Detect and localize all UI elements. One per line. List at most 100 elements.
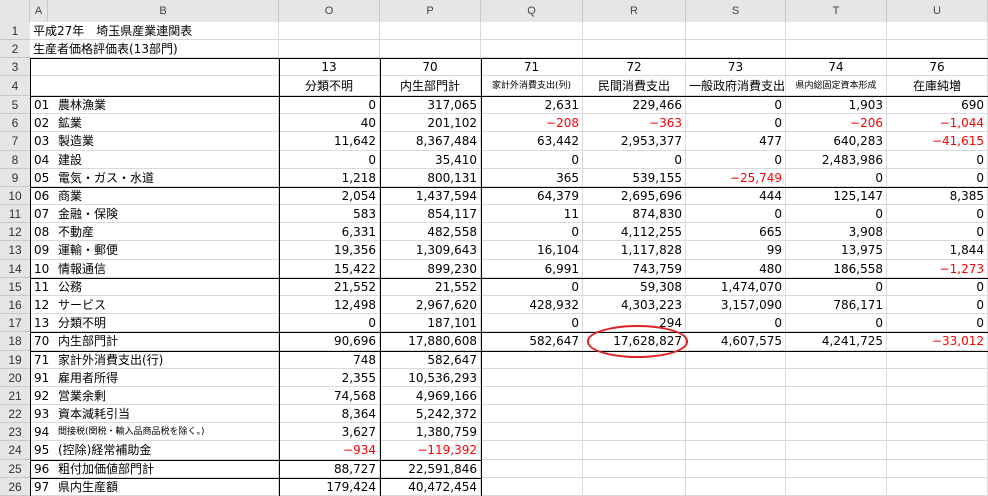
value-cell-s23[interactable] xyxy=(686,423,786,442)
value-cell-t6[interactable]: −206 xyxy=(786,114,887,133)
value-cell-t25[interactable] xyxy=(786,459,887,478)
value-cell-t24[interactable] xyxy=(786,441,887,460)
value-cell-u19[interactable] xyxy=(887,350,988,369)
value-cell-u20[interactable] xyxy=(887,368,988,387)
value-cell-r6[interactable]: −363 xyxy=(583,114,686,133)
header-name-o[interactable]: 分類不明 xyxy=(279,76,380,96)
row-header-4[interactable]: 4 xyxy=(0,76,30,96)
value-cell-s19[interactable] xyxy=(686,350,786,369)
value-cell-q16[interactable]: 428,932 xyxy=(481,296,583,315)
value-cell-t19[interactable] xyxy=(786,350,887,369)
value-cell-u25[interactable] xyxy=(887,459,988,478)
cell-b4[interactable] xyxy=(30,76,279,96)
row-header-11[interactable]: 11 xyxy=(0,205,30,224)
value-cell-q22[interactable] xyxy=(481,405,583,424)
value-cell-o21[interactable]: 74,568 xyxy=(279,386,380,406)
value-cell-s5[interactable]: 0 xyxy=(686,96,786,115)
value-cell-s13[interactable]: 99 xyxy=(686,241,786,260)
column-header-a[interactable]: A xyxy=(30,0,48,22)
value-cell-s11[interactable]: 0 xyxy=(686,205,786,224)
value-cell-o20[interactable]: 2,355 xyxy=(279,368,380,387)
value-cell-o5[interactable]: 0 xyxy=(279,96,380,115)
row-header-9[interactable]: 9 xyxy=(0,168,30,187)
value-cell-u12[interactable]: 0 xyxy=(887,223,988,242)
row-header-7[interactable]: 7 xyxy=(0,132,30,151)
sector-label-cell[interactable]: 09 運輸・郵便 xyxy=(30,241,279,260)
value-cell-r22[interactable] xyxy=(583,405,686,424)
sector-label-cell[interactable]: 01 農林漁業 xyxy=(30,96,279,115)
header-name-u[interactable]: 在庫純増 xyxy=(887,76,988,96)
value-cell-s24[interactable] xyxy=(686,441,786,460)
value-cell-s14[interactable]: 480 xyxy=(686,259,786,278)
value-cell-t18[interactable]: 4,241,725 xyxy=(786,332,887,351)
value-cell-q21[interactable] xyxy=(481,386,583,406)
value-cell-q9[interactable]: 365 xyxy=(481,168,583,187)
value-cell-t26[interactable] xyxy=(786,477,887,496)
header-name-s[interactable]: 一般政府消費支出 xyxy=(686,76,786,96)
value-cell-t15[interactable]: 0 xyxy=(786,277,887,296)
row-header-8[interactable]: 8 xyxy=(0,150,30,169)
value-cell-r7[interactable]: 2,953,377 xyxy=(583,132,686,151)
value-cell-p16[interactable]: 2,967,620 xyxy=(380,296,481,315)
value-cell-p24[interactable]: −119,392 xyxy=(380,441,481,460)
value-cell-u5[interactable]: 690 xyxy=(887,96,988,115)
value-cell-q24[interactable] xyxy=(481,441,583,460)
header-code-u[interactable]: 76 xyxy=(887,58,988,76)
cell-s1[interactable] xyxy=(686,22,786,40)
value-cell-t21[interactable] xyxy=(786,386,887,406)
value-cell-t14[interactable]: 186,558 xyxy=(786,259,887,278)
value-cell-o9[interactable]: 1,218 xyxy=(279,168,380,187)
header-code-p[interactable]: 70 xyxy=(380,58,481,76)
value-cell-o23[interactable]: 3,627 xyxy=(279,423,380,442)
value-cell-t10[interactable]: 125,147 xyxy=(786,186,887,206)
value-cell-q11[interactable]: 11 xyxy=(481,205,583,224)
sector-label-cell[interactable]: 94 間接税(関税・輸入品商品税を除く。) xyxy=(30,423,279,442)
value-cell-u24[interactable] xyxy=(887,441,988,460)
value-cell-r11[interactable]: 874,830 xyxy=(583,205,686,224)
value-cell-q23[interactable] xyxy=(481,423,583,442)
value-cell-u18[interactable]: −33,012 xyxy=(887,332,988,351)
value-cell-r8[interactable]: 0 xyxy=(583,150,686,169)
value-cell-s7[interactable]: 477 xyxy=(686,132,786,151)
value-cell-o26[interactable]: 179,424 xyxy=(279,477,380,496)
value-cell-p18[interactable]: 17,880,608 xyxy=(380,332,481,351)
value-cell-s26[interactable] xyxy=(686,477,786,496)
value-cell-q26[interactable] xyxy=(481,477,583,496)
row-header-18[interactable]: 18 xyxy=(0,332,30,351)
cell-u2[interactable] xyxy=(887,40,988,58)
value-cell-u14[interactable]: −1,273 xyxy=(887,259,988,278)
header-name-p[interactable]: 内生部門計 xyxy=(380,76,481,96)
value-cell-p13[interactable]: 1,309,643 xyxy=(380,241,481,260)
subtitle-cell[interactable]: 生産者価格評価表(13部門) xyxy=(30,40,279,58)
cell-t2[interactable] xyxy=(786,40,887,58)
value-cell-p7[interactable]: 8,367,484 xyxy=(380,132,481,151)
row-header-17[interactable]: 17 xyxy=(0,314,30,333)
sector-label-cell[interactable]: 92 営業余剰 xyxy=(30,386,279,406)
value-cell-t13[interactable]: 13,975 xyxy=(786,241,887,260)
value-cell-o18[interactable]: 90,696 xyxy=(279,332,380,351)
value-cell-r16[interactable]: 4,303,223 xyxy=(583,296,686,315)
value-cell-u15[interactable]: 0 xyxy=(887,277,988,296)
row-header-20[interactable]: 20 xyxy=(0,368,30,387)
row-header-21[interactable]: 21 xyxy=(0,386,30,406)
value-cell-q20[interactable] xyxy=(481,368,583,387)
header-code-r[interactable]: 72 xyxy=(583,58,686,76)
cell-o1[interactable] xyxy=(279,22,380,40)
value-cell-r15[interactable]: 59,308 xyxy=(583,277,686,296)
value-cell-p20[interactable]: 10,536,293 xyxy=(380,368,481,387)
value-cell-r14[interactable]: 743,759 xyxy=(583,259,686,278)
value-cell-o14[interactable]: 15,422 xyxy=(279,259,380,278)
value-cell-o6[interactable]: 40 xyxy=(279,114,380,133)
row-header-19[interactable]: 19 xyxy=(0,350,30,369)
value-cell-s22[interactable] xyxy=(686,405,786,424)
row-header-25[interactable]: 25 xyxy=(0,459,30,478)
value-cell-u7[interactable]: −41,615 xyxy=(887,132,988,151)
value-cell-q7[interactable]: 63,442 xyxy=(481,132,583,151)
value-cell-u26[interactable] xyxy=(887,477,988,496)
value-cell-u10[interactable]: 8,385 xyxy=(887,186,988,206)
value-cell-t12[interactable]: 3,908 xyxy=(786,223,887,242)
row-header-12[interactable]: 12 xyxy=(0,223,30,242)
value-cell-p14[interactable]: 899,230 xyxy=(380,259,481,278)
sector-label-cell[interactable]: 05 電気・ガス・水道 xyxy=(30,168,279,187)
sector-label-cell[interactable]: 95 (控除)経常補助金 xyxy=(30,441,279,460)
